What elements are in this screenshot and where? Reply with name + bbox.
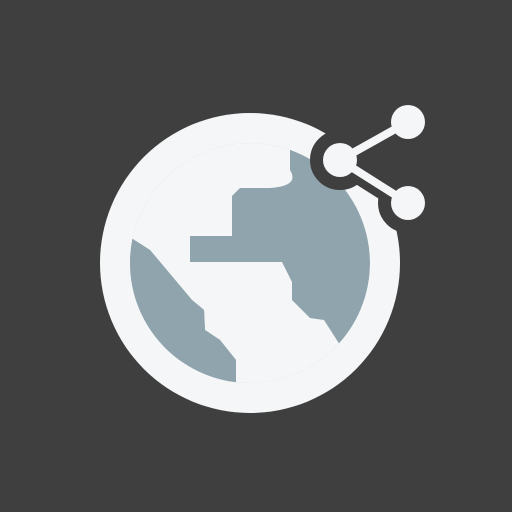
share-node-middle (323, 143, 357, 177)
globe-share-icon (0, 0, 512, 512)
share-node-top (391, 105, 425, 139)
app-icon (0, 0, 512, 512)
share-node-bottom (391, 186, 425, 220)
